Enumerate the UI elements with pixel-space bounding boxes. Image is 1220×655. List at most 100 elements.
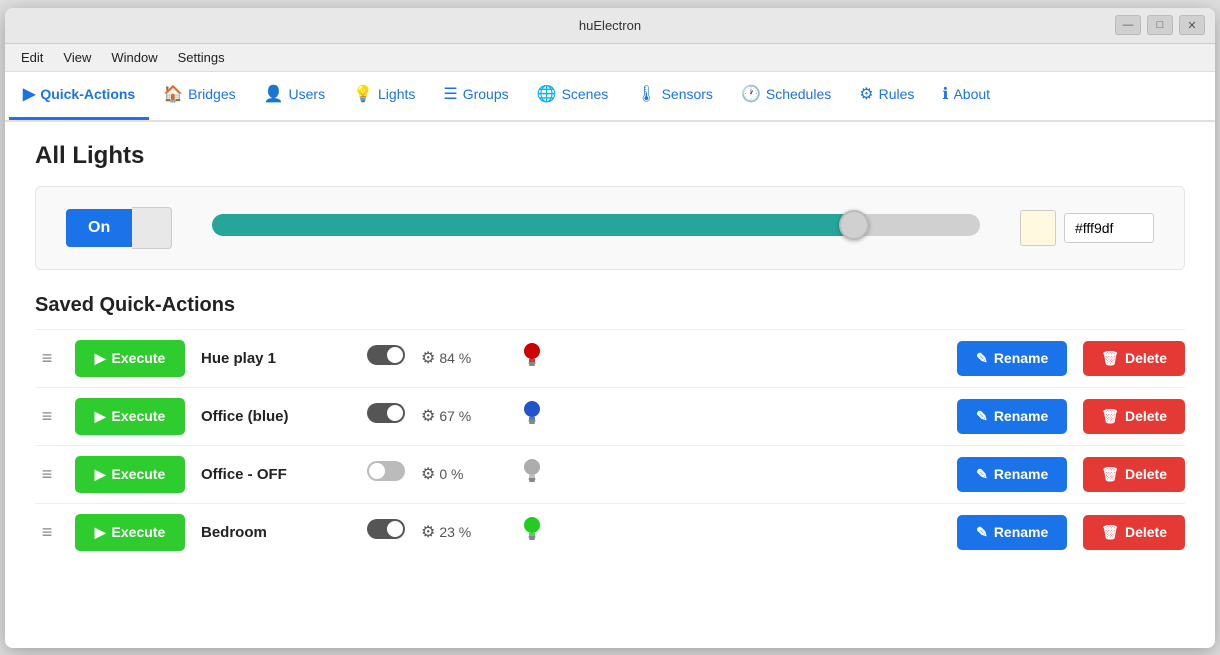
execute-button[interactable]: ▶ Execute [75,456,185,493]
main-content: All Lights On Saved Quick-Actions ≡ ▶ Ex… [5,122,1215,648]
toggle-switch[interactable] [367,461,405,487]
execute-label: Execute [112,524,166,540]
delete-button[interactable]: 🗑 Delete [1083,341,1185,376]
action-name: Hue play 1 [201,350,351,367]
nav-about-label: About [953,86,990,102]
brightness-value: 67 % [439,408,471,424]
play-icon: ▶ [95,524,106,541]
execute-label: Execute [112,408,166,424]
gear-icon: ⚙ [421,522,435,542]
bulb-icon [517,457,547,491]
control-panel: On [35,186,1185,270]
nav-groups[interactable]: ☰ Groups [429,72,522,120]
delete-button[interactable]: 🗑 Delete [1083,515,1185,550]
nav-lights-label: Lights [378,86,415,102]
brightness-slider[interactable] [212,214,980,236]
execute-label: Execute [112,350,166,366]
table-row: ≡ ▶ Execute Office (blue) ⚙ 67 % ✎ Renam… [35,387,1185,445]
gear-icon: ⚙ [421,348,435,368]
bridges-icon: 🏠 [163,84,183,104]
action-name: Office - OFF [201,466,351,483]
menu-edit[interactable]: Edit [13,47,51,68]
window-title: huElectron [579,18,641,33]
saved-section-title: Saved Quick-Actions [35,294,1185,317]
rename-button[interactable]: ✎ Rename [957,515,1067,550]
trash-icon: 🗑 [1101,524,1119,541]
nav-sensors[interactable]: 🌡 Sensors [622,72,727,120]
close-button[interactable]: ✕ [1179,15,1205,35]
table-row: ≡ ▶ Execute Office - OFF ⚙ 0 % ✎ Rename [35,445,1185,503]
play-icon: ▶ [95,350,106,367]
color-swatch[interactable] [1020,210,1056,246]
drag-handle[interactable]: ≡ [35,522,59,543]
color-wrapper [1020,210,1154,246]
nav-about[interactable]: ℹ About [928,72,1004,120]
bulb-icon [517,341,547,375]
toggle-switch[interactable] [367,403,405,429]
rename-label: Rename [994,408,1048,424]
brightness-value: 23 % [439,524,471,540]
menu-bar: Edit View Window Settings [5,44,1215,72]
scenes-icon: 🌐 [537,84,557,104]
delete-label: Delete [1125,408,1167,424]
brightness-info: ⚙ 67 % [421,406,501,426]
delete-label: Delete [1125,524,1167,540]
toggle-switch[interactable] [367,519,405,545]
nav-lights[interactable]: 💡 Lights [339,72,429,120]
menu-settings[interactable]: Settings [170,47,233,68]
drag-handle[interactable]: ≡ [35,464,59,485]
brightness-slider-wrapper [212,214,980,241]
play-icon: ▶ [95,408,106,425]
nav-bridges[interactable]: 🏠 Bridges [149,72,249,120]
schedules-icon: 🕐 [741,84,761,104]
trash-icon: 🗑 [1101,350,1119,367]
nav-rules-label: Rules [879,86,915,102]
toggle-wrapper: On [66,207,172,249]
nav-users[interactable]: 👤 Users [250,72,339,120]
drag-handle[interactable]: ≡ [35,406,59,427]
toggle-on-button[interactable]: On [66,209,132,247]
maximize-button[interactable]: □ [1147,15,1173,35]
drag-handle[interactable]: ≡ [35,348,59,369]
actions-list: ≡ ▶ Execute Hue play 1 ⚙ 84 % ✎ Rename [35,329,1185,561]
pencil-icon: ✎ [976,350,988,367]
delete-button[interactable]: 🗑 Delete [1083,457,1185,492]
brightness-value: 84 % [439,350,471,366]
execute-button[interactable]: ▶ Execute [75,514,185,551]
page-title: All Lights [35,142,1185,170]
pencil-icon: ✎ [976,524,988,541]
bulb-icon [517,399,547,433]
brightness-info: ⚙ 84 % [421,348,501,368]
delete-label: Delete [1125,466,1167,482]
nav-scenes-label: Scenes [562,86,609,102]
delete-button[interactable]: 🗑 Delete [1083,399,1185,434]
trash-icon: 🗑 [1101,408,1119,425]
rename-button[interactable]: ✎ Rename [957,399,1067,434]
lights-icon: 💡 [353,84,373,104]
toggle-switch[interactable] [367,345,405,371]
minimize-button[interactable]: — [1115,15,1141,35]
nav-schedules[interactable]: 🕐 Schedules [727,72,845,120]
menu-view[interactable]: View [55,47,99,68]
users-icon: 👤 [264,84,284,104]
nav-quick-actions[interactable]: ▶ Quick-Actions [9,72,149,120]
rename-button[interactable]: ✎ Rename [957,341,1067,376]
execute-button[interactable]: ▶ Execute [75,398,185,435]
rename-label: Rename [994,524,1048,540]
nav-rules[interactable]: ⚙ Rules [845,72,928,120]
table-row: ≡ ▶ Execute Bedroom ⚙ 23 % ✎ Rename [35,503,1185,561]
nav-bridges-label: Bridges [188,86,235,102]
color-input[interactable] [1064,213,1154,243]
nav-schedules-label: Schedules [766,86,831,102]
nav-sensors-label: Sensors [662,86,713,102]
sensors-icon: 🌡 [636,84,656,104]
execute-button[interactable]: ▶ Execute [75,340,185,377]
rules-icon: ⚙ [859,84,873,104]
rename-button[interactable]: ✎ Rename [957,457,1067,492]
play-icon: ▶ [95,466,106,483]
window-controls: — □ ✕ [1115,15,1205,35]
brightness-info: ⚙ 23 % [421,522,501,542]
menu-window[interactable]: Window [103,47,165,68]
toggle-off-area[interactable] [132,207,172,249]
nav-scenes[interactable]: 🌐 Scenes [523,72,623,120]
